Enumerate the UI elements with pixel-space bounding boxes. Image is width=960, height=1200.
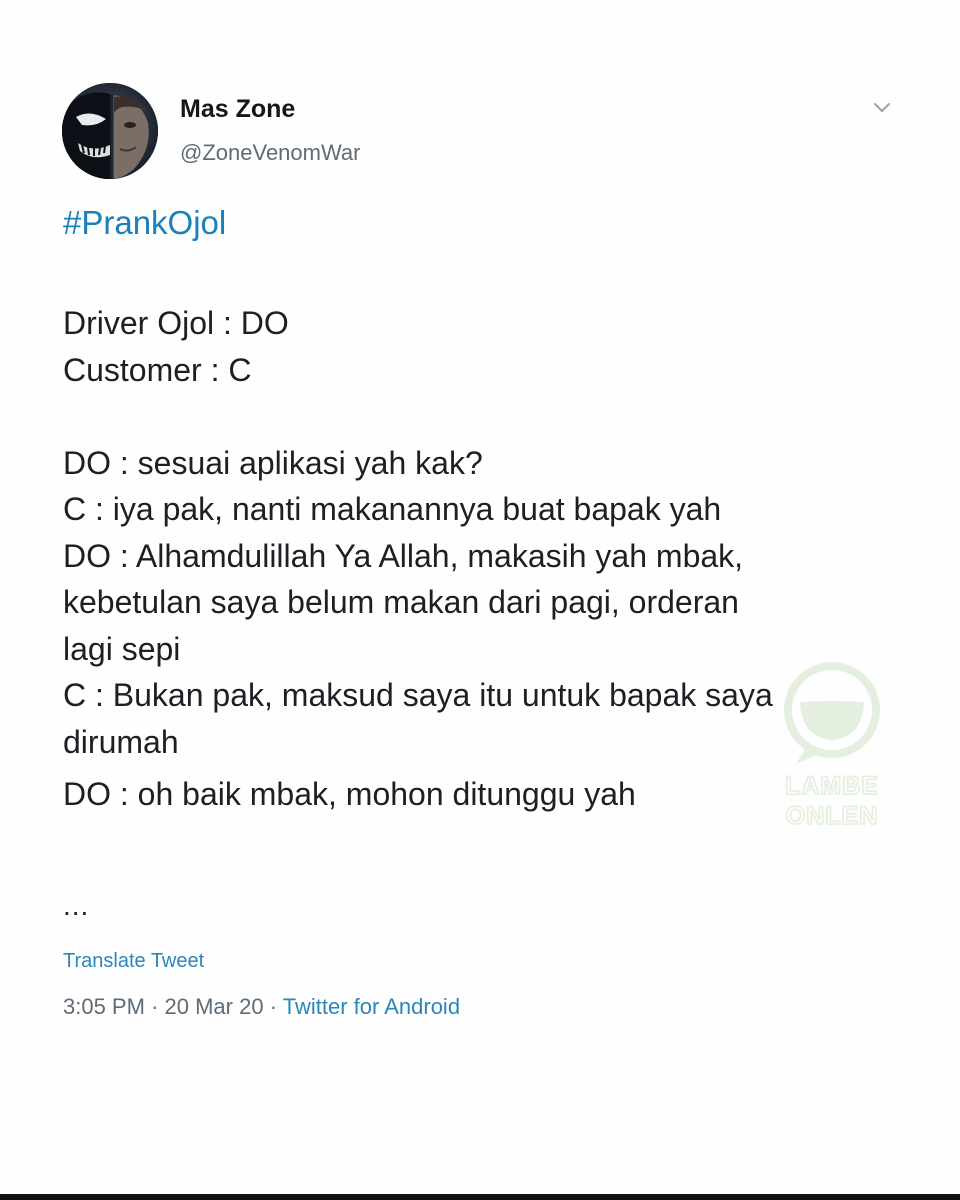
tweet-line: DO : Alhamdulillah Ya Allah, makasih yah… bbox=[63, 537, 744, 574]
tweet-source-link[interactable]: Twitter for Android bbox=[283, 994, 460, 1019]
avatar[interactable] bbox=[62, 83, 158, 179]
tweet-line: Customer : C bbox=[63, 351, 252, 388]
display-name[interactable]: Mas Zone bbox=[180, 95, 295, 124]
tweet-card: Mas Zone @ZoneVenomWar #PrankOjol Driver… bbox=[0, 0, 960, 1194]
watermark-logo: LAMBE ONLEN bbox=[766, 660, 898, 840]
tweet-line: kebetulan saya belum makan dari pagi, or… bbox=[63, 584, 739, 620]
tweet-meta: 3:05 PM · 20 Mar 20 · Twitter for Androi… bbox=[63, 994, 460, 1020]
tweet-date[interactable]: 20 Mar 20 bbox=[165, 994, 264, 1019]
ellipsis: ... bbox=[63, 890, 90, 921]
venom-avatar-icon bbox=[62, 83, 158, 179]
tweet-line: C : iya pak, nanti makanannya buat bapak… bbox=[63, 491, 722, 527]
watermark-text: ONLEN bbox=[785, 801, 879, 831]
tweet-time[interactable]: 3:05 PM bbox=[63, 994, 145, 1019]
translate-tweet-link[interactable]: Translate Tweet bbox=[63, 950, 204, 973]
chat-bubble-icon bbox=[784, 662, 880, 764]
hashtag-link[interactable]: #PrankOjol bbox=[63, 204, 226, 242]
tweet-line: DO : sesuai aplikasi yah kak? bbox=[63, 444, 483, 481]
watermark-text: LAMBE bbox=[784, 771, 879, 801]
tweet-line: Driver Ojol : DO bbox=[63, 305, 289, 341]
chevron-down-icon[interactable] bbox=[870, 96, 894, 120]
meta-separator: · bbox=[269, 994, 278, 1019]
meta-separator: · bbox=[151, 994, 159, 1019]
bottom-border bbox=[0, 1194, 960, 1200]
user-handle[interactable]: @ZoneVenomWar bbox=[180, 140, 360, 166]
